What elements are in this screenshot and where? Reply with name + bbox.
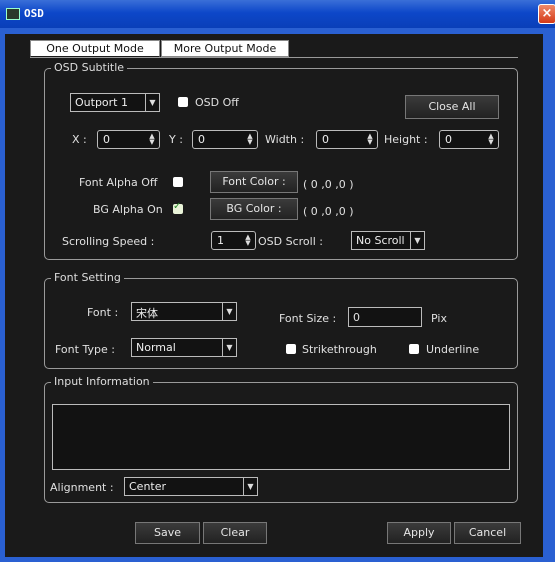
bg-color-button[interactable]: BG Color : bbox=[210, 198, 298, 220]
spin-arrows-icon[interactable]: ▲ ▼ bbox=[244, 234, 252, 247]
bg-color-value: ( 0 ,0 ,0 ) bbox=[303, 205, 354, 218]
group-title: Font Setting bbox=[51, 271, 124, 284]
clear-button[interactable]: Clear bbox=[203, 522, 267, 544]
font-label: Font : bbox=[87, 306, 119, 319]
font-size-input[interactable]: 0 bbox=[348, 307, 422, 327]
alignment-select[interactable]: Center ▼ bbox=[124, 477, 258, 496]
font-alpha-checkbox[interactable] bbox=[173, 177, 183, 187]
font-color-value: ( 0 ,0 ,0 ) bbox=[303, 178, 354, 191]
width-label: Width : bbox=[265, 133, 305, 146]
font-type-select[interactable]: Normal ▼ bbox=[131, 338, 237, 357]
osd-scroll-label: OSD Scroll : bbox=[258, 235, 323, 248]
underline-label: Underline bbox=[426, 343, 480, 356]
spin-arrows-icon[interactable]: ▲ ▼ bbox=[246, 133, 254, 146]
spin-arrows-icon[interactable]: ▲ ▼ bbox=[487, 133, 495, 146]
height-label: Height : bbox=[384, 133, 428, 146]
close-window-button[interactable]: × bbox=[538, 4, 555, 24]
output-port-select[interactable]: Outport 1 ▼ bbox=[70, 93, 160, 112]
window-title: OSD bbox=[24, 7, 44, 20]
close-all-button[interactable]: Close All bbox=[405, 95, 499, 119]
font-size-label: Font Size : bbox=[279, 312, 337, 325]
osd-off-label: OSD Off bbox=[195, 96, 239, 109]
scrolling-speed-label: Scrolling Speed : bbox=[62, 235, 155, 248]
chevron-down-icon: ▼ bbox=[145, 94, 159, 111]
apply-button[interactable]: Apply bbox=[387, 522, 451, 544]
tab-more-output-mode[interactable]: More Output Mode bbox=[161, 40, 289, 57]
bg-alpha-label: BG Alpha On bbox=[93, 203, 163, 216]
x-spinbox[interactable]: 0 ▲ ▼ bbox=[97, 130, 160, 149]
tab-divider bbox=[30, 57, 518, 58]
strikethrough-checkbox[interactable] bbox=[286, 344, 296, 354]
strikethrough-label: Strikethrough bbox=[302, 343, 377, 356]
width-spinbox[interactable]: 0 ▲ ▼ bbox=[316, 130, 378, 149]
scrolling-speed-spinbox[interactable]: 1 ▲ ▼ bbox=[211, 231, 256, 250]
group-title: OSD Subtitle bbox=[51, 61, 128, 74]
cancel-button[interactable]: Cancel bbox=[454, 522, 521, 544]
chevron-down-icon: ▼ bbox=[243, 478, 257, 495]
tab-one-output-mode[interactable]: One Output Mode bbox=[30, 40, 160, 57]
group-title: Input Information bbox=[51, 375, 153, 388]
title-bar: OSD bbox=[0, 0, 555, 28]
spin-arrows-icon[interactable]: ▲ ▼ bbox=[148, 133, 156, 146]
y-label: Y : bbox=[169, 133, 183, 146]
font-alpha-label: Font Alpha Off bbox=[79, 176, 158, 189]
input-information-textarea[interactable] bbox=[52, 404, 510, 470]
save-button[interactable]: Save bbox=[135, 522, 200, 544]
bg-alpha-checkbox[interactable] bbox=[173, 201, 183, 214]
height-spinbox[interactable]: 0 ▲ ▼ bbox=[439, 130, 499, 149]
font-type-label: Font Type : bbox=[55, 343, 115, 356]
osd-scroll-select[interactable]: No Scroll ▼ bbox=[351, 231, 425, 250]
chevron-down-icon: ▼ bbox=[222, 303, 236, 320]
x-label: X : bbox=[72, 133, 87, 146]
spin-arrows-icon[interactable]: ▲ ▼ bbox=[366, 133, 374, 146]
font-color-button[interactable]: Font Color : bbox=[210, 171, 298, 193]
chevron-down-icon: ▼ bbox=[410, 232, 424, 249]
alignment-label: Alignment : bbox=[50, 481, 114, 494]
pix-label: Pix bbox=[431, 312, 447, 325]
underline-checkbox[interactable] bbox=[409, 344, 419, 354]
osd-off-checkbox[interactable] bbox=[178, 97, 188, 107]
font-select[interactable]: 宋体 ▼ bbox=[131, 302, 237, 321]
y-spinbox[interactable]: 0 ▲ ▼ bbox=[192, 130, 258, 149]
app-icon bbox=[6, 8, 20, 20]
chevron-down-icon: ▼ bbox=[222, 339, 236, 356]
